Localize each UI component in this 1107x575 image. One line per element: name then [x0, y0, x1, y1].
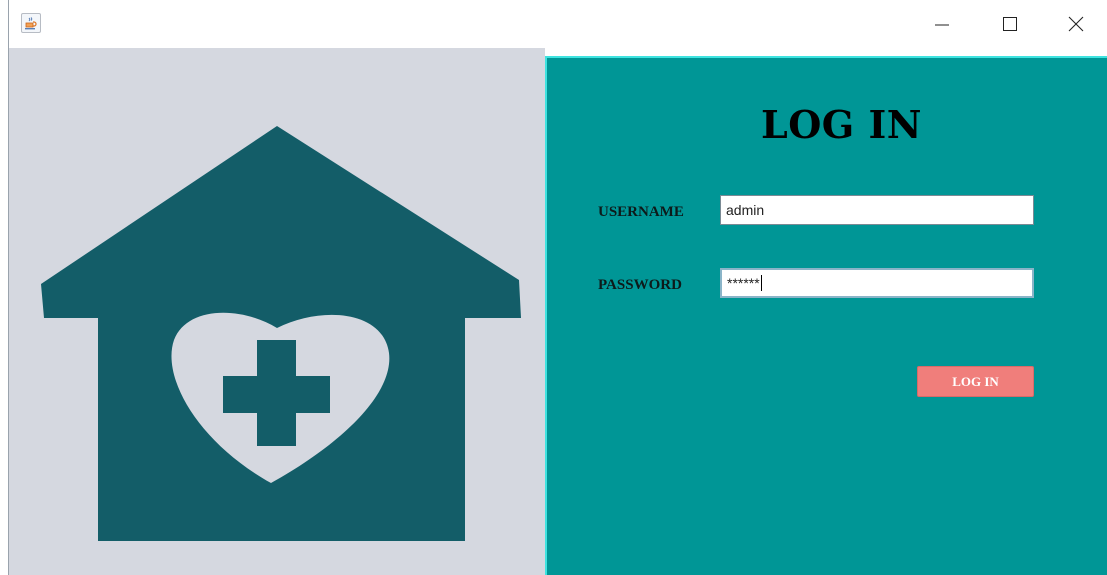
login-title: LOG IN [760, 102, 922, 147]
java-app-icon [21, 13, 41, 33]
medical-house-heart-cross-icon [41, 126, 521, 541]
text-caret [760, 275, 762, 291]
maximize-button[interactable] [977, 0, 1043, 48]
username-label: USERNAME [598, 204, 684, 220]
password-input[interactable]: ****** [720, 268, 1034, 298]
close-button[interactable] [1043, 0, 1107, 48]
password-value: ****** [727, 275, 760, 291]
title-bar[interactable] [9, 0, 1107, 48]
login-panel: LOG IN USERNAME admin PASSWORD ****** LO… [545, 56, 1107, 575]
maximize-icon [1003, 17, 1017, 31]
username-value: admin [726, 202, 765, 218]
illustration-panel [9, 48, 545, 575]
minimize-button[interactable] [909, 0, 975, 48]
close-icon [1068, 16, 1084, 32]
login-window: LOG IN USERNAME admin PASSWORD ****** LO… [8, 0, 1107, 575]
password-label: PASSWORD [598, 277, 682, 293]
minimize-icon [935, 24, 949, 26]
username-input[interactable]: admin [720, 195, 1034, 225]
login-button[interactable]: LOG IN [917, 366, 1034, 397]
